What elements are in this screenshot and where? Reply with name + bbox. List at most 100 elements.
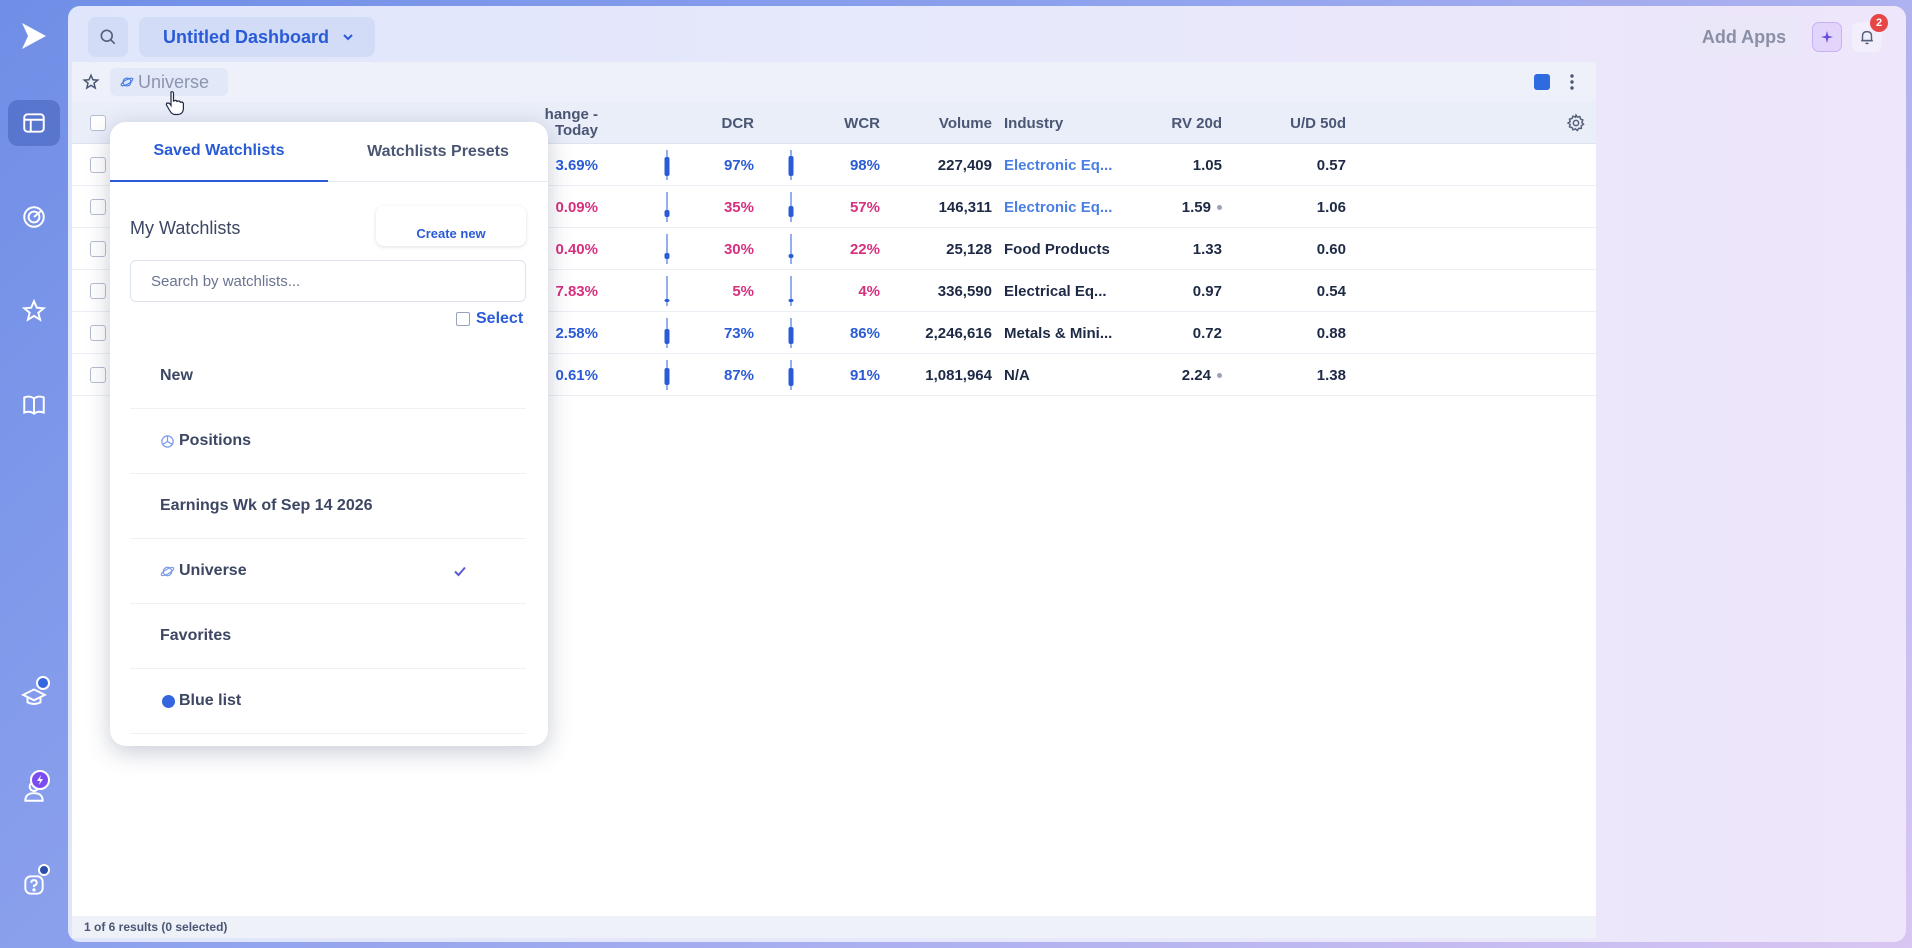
row-checkbox[interactable] — [90, 199, 106, 215]
select-all-checkbox[interactable] — [90, 115, 106, 131]
watchlist-item-label: Positions — [179, 432, 252, 449]
wcr-candle-icon — [788, 190, 794, 224]
cell-rv-value: 1.05 — [1192, 156, 1222, 174]
wcr-candle-icon — [788, 232, 794, 266]
rail-learn-button[interactable] — [8, 382, 60, 428]
cell-dcr: 73% — [723, 324, 754, 342]
wcr-candle-icon — [788, 358, 794, 392]
cell-wcr: 22% — [849, 240, 880, 258]
rail-help-button[interactable] — [8, 862, 60, 908]
cell-rv-20d: 0.72 — [1152, 312, 1222, 354]
cell-industry[interactable]: Electronic Eq... — [1004, 186, 1134, 228]
cell-rv-20d: 1.05 — [1152, 144, 1222, 186]
cell-volume: 2,246,616 — [925, 324, 992, 342]
cell-wcr: 86% — [849, 324, 880, 342]
add-apps-button[interactable]: Add Apps — [1688, 17, 1800, 57]
watchlist-item-label: New — [160, 367, 193, 384]
cell-ud-50d: 1.06 — [1316, 198, 1346, 216]
sparkle-icon — [1821, 31, 1833, 43]
top-bar: Untitled Dashboard Add Apps 2 — [68, 6, 1906, 70]
favorite-star-icon[interactable] — [82, 73, 100, 91]
cell-ud-50d: 0.54 — [1316, 282, 1346, 300]
column-change-label-1: hange - — [544, 106, 598, 123]
app-logo-icon[interactable] — [18, 20, 50, 52]
lightning-icon — [37, 775, 43, 785]
gear-icon[interactable] — [1566, 113, 1586, 133]
book-icon — [23, 395, 45, 415]
cell-wcr: 57% — [849, 198, 880, 216]
hand-cursor-icon — [165, 91, 184, 116]
dcr-candle-icon — [664, 358, 670, 392]
more-options-icon[interactable] — [1562, 72, 1582, 92]
rail-scanner-button[interactable] — [8, 194, 60, 240]
rv-indicator-dot — [1217, 372, 1222, 378]
cell-ud-50d: 0.88 — [1316, 324, 1346, 342]
watchlist-search-input[interactable] — [130, 260, 526, 302]
watchlist-dropdown: Saved Watchlists Watchlists Presets My W… — [110, 122, 548, 746]
column-change-label-2: Today — [554, 122, 598, 139]
cell-rv-20d: 1.59 — [1152, 186, 1222, 228]
radar-icon — [23, 206, 45, 228]
row-checkbox[interactable] — [90, 325, 106, 341]
cell-dcr: 97% — [723, 156, 754, 174]
cell-ud-50d: 0.57 — [1316, 156, 1346, 174]
dashboard-title: Untitled Dashboard — [163, 26, 330, 47]
watchlist-item[interactable]: New — [130, 344, 526, 409]
rail-education-button[interactable] — [8, 674, 60, 720]
cell-rv-20d: 1.33 — [1152, 228, 1222, 270]
lightning-badge — [30, 770, 50, 790]
tab-saved-watchlists[interactable]: Saved Watchlists — [110, 122, 328, 182]
watchlist-item[interactable]: Earnings Wk of Sep 14 2026 — [130, 474, 526, 539]
cell-industry: Electrical Eq... — [1004, 282, 1107, 300]
row-checkbox[interactable] — [90, 367, 106, 383]
tab-watchlists-presets[interactable]: Watchlists Presets — [328, 122, 548, 182]
pie-icon — [161, 434, 174, 448]
rail-dashboard-button[interactable] — [8, 100, 60, 146]
rail-account-button[interactable] — [8, 768, 60, 814]
watchlist-item-label: Blue list — [179, 692, 242, 709]
watchlist-item[interactable]: Blue list — [130, 669, 526, 734]
color-link-square[interactable] — [1534, 74, 1550, 90]
cell-dcr: 35% — [723, 198, 754, 216]
row-checkbox[interactable] — [90, 157, 106, 173]
row-checkbox[interactable] — [90, 241, 106, 257]
column-dcr[interactable]: DCR — [702, 102, 755, 144]
dropdown-tabs: Saved Watchlists Watchlists Presets — [110, 122, 548, 182]
global-search-button[interactable] — [88, 17, 128, 57]
column-ud-50d[interactable]: U/D 50d — [1262, 102, 1346, 144]
cell-industry[interactable]: Electronic Eq... — [1004, 144, 1134, 186]
select-toggle[interactable]: Select — [456, 310, 523, 328]
planet-icon — [160, 566, 175, 576]
cell-wcr: 98% — [849, 156, 880, 174]
education-badge — [36, 676, 50, 690]
star-icon — [21, 298, 47, 322]
cell-volume: 25,128 — [946, 240, 992, 258]
dcr-candle-icon — [664, 274, 670, 308]
row-checkbox[interactable] — [90, 283, 106, 299]
dashboard-selector[interactable]: Untitled Dashboard — [139, 17, 375, 57]
ai-assistant-button[interactable] — [1812, 22, 1842, 52]
select-checkbox[interactable] — [456, 312, 470, 326]
watchlist-item[interactable]: Favorites — [130, 604, 526, 669]
watchlist-item[interactable]: Positions — [130, 409, 526, 474]
watchlist-item[interactable]: Universe — [130, 539, 526, 604]
wcr-candle-icon — [788, 148, 794, 182]
column-wcr[interactable]: WCR — [828, 102, 880, 144]
cell-industry: N/A — [1004, 366, 1030, 384]
planet-icon — [120, 77, 134, 87]
cell-dcr: 30% — [723, 240, 754, 258]
watchlist-item-label: Earnings Wk of Sep 14 2026 — [160, 497, 373, 514]
cell-rv-20d: 2.24 — [1152, 354, 1222, 396]
blue-color-dot-icon — [162, 694, 175, 708]
column-rv-20d[interactable]: RV 20d — [1162, 102, 1222, 144]
column-volume[interactable]: Volume — [912, 102, 992, 144]
cell-volume: 146,311 — [938, 198, 992, 216]
create-new-button[interactable]: Create new — [376, 206, 526, 246]
column-industry[interactable]: Industry — [1004, 102, 1124, 144]
rail-watchlist-button[interactable] — [8, 288, 60, 334]
dashboard-icon — [23, 113, 45, 133]
cell-industry: Metals & Mini... — [1004, 324, 1113, 342]
help-badge — [38, 864, 50, 876]
cell-rv-value: 1.59 — [1181, 198, 1211, 216]
select-label: Select — [476, 310, 524, 327]
